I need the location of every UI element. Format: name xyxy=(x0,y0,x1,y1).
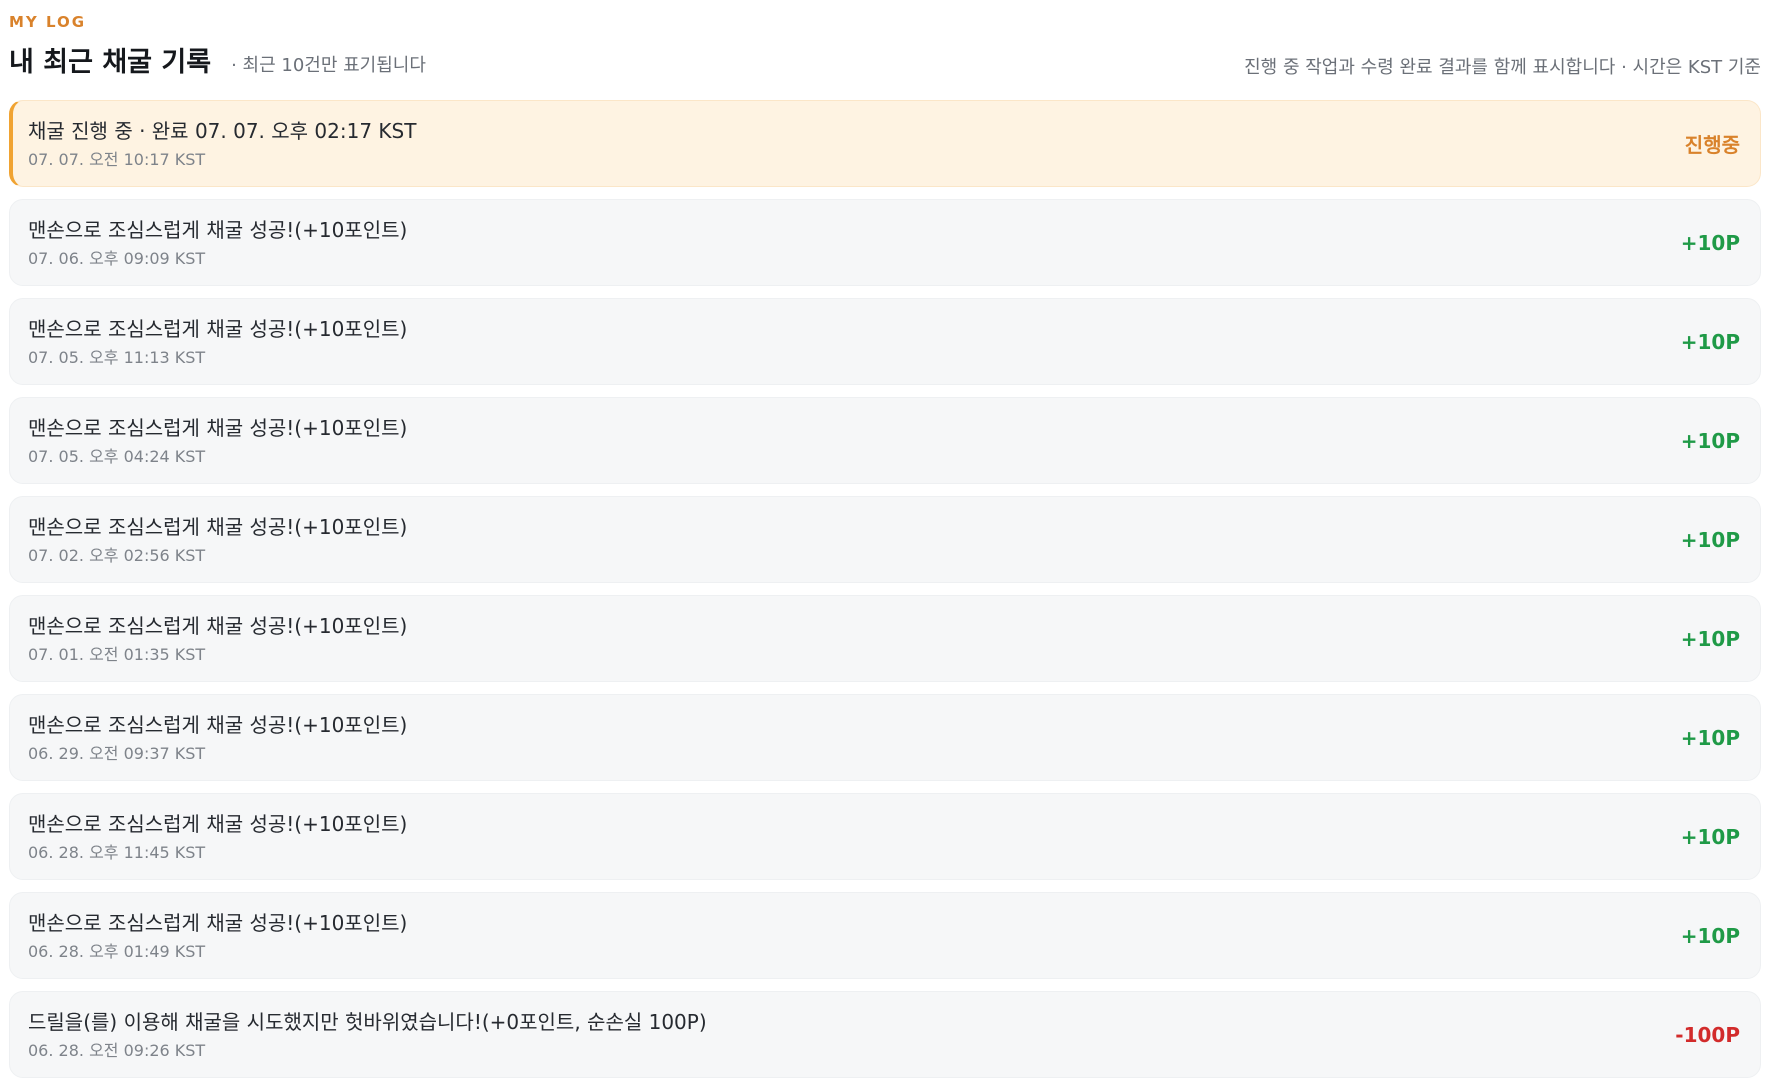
points-badge: +10P xyxy=(1680,725,1740,750)
log-text: 드릴을(를) 이용해 채굴을 시도했지만 헛바위였습니다!(+0포인트, 순손실… xyxy=(28,1008,707,1062)
log-text: 맨손으로 조심스럽게 채굴 성공!(+10포인트) 07. 02. 오후 02:… xyxy=(28,513,407,567)
log-message: 맨손으로 조심스럽게 채굴 성공!(+10포인트) xyxy=(28,712,408,737)
page-title: 내 최근 채굴 기록 xyxy=(9,47,212,78)
points-badge: +10P xyxy=(1680,626,1740,651)
points-badge: +10P xyxy=(1680,527,1740,552)
log-message: 맨손으로 조심스럽게 채굴 성공!(+10포인트) xyxy=(28,811,408,836)
log-item: 맨손으로 조심스럽게 채굴 성공!(+10포인트) 07. 01. 오전 01:… xyxy=(9,595,1761,682)
log-item: 맨손으로 조심스럽게 채굴 성공!(+10포인트) 06. 28. 오후 01:… xyxy=(9,892,1761,979)
points-badge: +10P xyxy=(1680,923,1740,948)
log-time: 06. 28. 오전 09:26 KST xyxy=(28,1040,206,1060)
log-item: 맨손으로 조심스럽게 채굴 성공!(+10포인트) 07. 02. 오후 02:… xyxy=(9,496,1761,583)
title-note: · 최근 10건만 표기됩니다 xyxy=(231,55,426,76)
log-item-loss: 드릴을(를) 이용해 채굴을 시도했지만 헛바위였습니다!(+0포인트, 순손실… xyxy=(9,991,1761,1078)
log-message: 맨손으로 조심스럽게 채굴 성공!(+10포인트) xyxy=(28,217,408,242)
log-message: 맨손으로 조심스럽게 채굴 성공!(+10포인트) xyxy=(28,613,408,638)
log-message: 맨손으로 조심스럽게 채굴 성공!(+10포인트) xyxy=(28,514,408,539)
log-text: 맨손으로 조심스럽게 채굴 성공!(+10포인트) 07. 05. 오후 04:… xyxy=(28,414,407,468)
log-text: 맨손으로 조심스럽게 채굴 성공!(+10포인트) 07. 05. 오후 11:… xyxy=(28,315,407,369)
log-message: 맨손으로 조심스럽게 채굴 성공!(+10포인트) xyxy=(28,316,408,341)
points-badge: +10P xyxy=(1680,428,1740,453)
log-message: 채굴 진행 중 · 완료 07. 07. 오후 02:17 KST xyxy=(28,118,417,143)
log-time: 07. 01. 오전 01:35 KST xyxy=(28,644,206,664)
log-item-in-progress: 채굴 진행 중 · 완료 07. 07. 오후 02:17 KST 07. 07… xyxy=(9,100,1761,187)
log-list: 채굴 진행 중 · 완료 07. 07. 오후 02:17 KST 07. 07… xyxy=(9,100,1761,1078)
log-time: 06. 29. 오전 09:37 KST xyxy=(28,743,206,763)
log-time: 07. 02. 오후 02:56 KST xyxy=(28,545,206,565)
points-badge: +10P xyxy=(1680,230,1740,255)
log-text: 채굴 진행 중 · 완료 07. 07. 오후 02:17 KST 07. 07… xyxy=(28,117,416,171)
points-badge: -100P xyxy=(1675,1022,1740,1047)
log-item: 맨손으로 조심스럽게 채굴 성공!(+10포인트) 07. 06. 오후 09:… xyxy=(9,199,1761,286)
log-time: 06. 28. 오후 11:45 KST xyxy=(28,842,206,862)
log-text: 맨손으로 조심스럽게 채굴 성공!(+10포인트) 07. 06. 오후 09:… xyxy=(28,216,407,270)
header-row: 내 최근 채굴 기록 · 최근 10건만 표기됩니다 진행 중 작업과 수령 완… xyxy=(9,40,1761,84)
log-time: 06. 28. 오후 01:49 KST xyxy=(28,941,206,961)
log-time: 07. 06. 오후 09:09 KST xyxy=(28,248,206,268)
my-log-page: MY LOG 내 최근 채굴 기록 · 최근 10건만 표기됩니다 진행 중 작… xyxy=(0,0,1773,1089)
log-time: 07. 05. 오후 04:24 KST xyxy=(28,446,206,466)
log-text: 맨손으로 조심스럽게 채굴 성공!(+10포인트) 06. 29. 오전 09:… xyxy=(28,711,407,765)
log-message: 드릴을(를) 이용해 채굴을 시도했지만 헛바위였습니다!(+0포인트, 순손실… xyxy=(28,1009,707,1034)
log-item: 맨손으로 조심스럽게 채굴 성공!(+10포인트) 07. 05. 오후 11:… xyxy=(9,298,1761,385)
points-badge: +10P xyxy=(1680,824,1740,849)
points-badge: +10P xyxy=(1680,329,1740,354)
log-text: 맨손으로 조심스럽게 채굴 성공!(+10포인트) 07. 01. 오전 01:… xyxy=(28,612,407,666)
log-text: 맨손으로 조심스럽게 채굴 성공!(+10포인트) 06. 28. 오후 11:… xyxy=(28,810,407,864)
log-item: 맨손으로 조심스럽게 채굴 성공!(+10포인트) 06. 29. 오전 09:… xyxy=(9,694,1761,781)
section-eyebrow: MY LOG xyxy=(9,13,87,31)
log-item: 맨손으로 조심스럽게 채굴 성공!(+10포인트) 07. 05. 오후 04:… xyxy=(9,397,1761,484)
log-time: 07. 07. 오전 10:17 KST xyxy=(28,149,206,169)
log-time: 07. 05. 오후 11:13 KST xyxy=(28,347,206,367)
log-item: 맨손으로 조심스럽게 채굴 성공!(+10포인트) 06. 28. 오후 11:… xyxy=(9,793,1761,880)
log-message: 맨손으로 조심스럽게 채굴 성공!(+10포인트) xyxy=(28,910,408,935)
log-message: 맨손으로 조심스럽게 채굴 성공!(+10포인트) xyxy=(28,415,408,440)
header-info-note: 진행 중 작업과 수령 완료 결과를 함께 표시합니다 · 시간은 KST 기준 xyxy=(1244,57,1761,78)
log-text: 맨손으로 조심스럽게 채굴 성공!(+10포인트) 06. 28. 오후 01:… xyxy=(28,909,407,963)
header-left: 내 최근 채굴 기록 · 최근 10건만 표기됩니다 xyxy=(9,45,426,84)
status-badge: 진행중 xyxy=(1684,133,1740,157)
